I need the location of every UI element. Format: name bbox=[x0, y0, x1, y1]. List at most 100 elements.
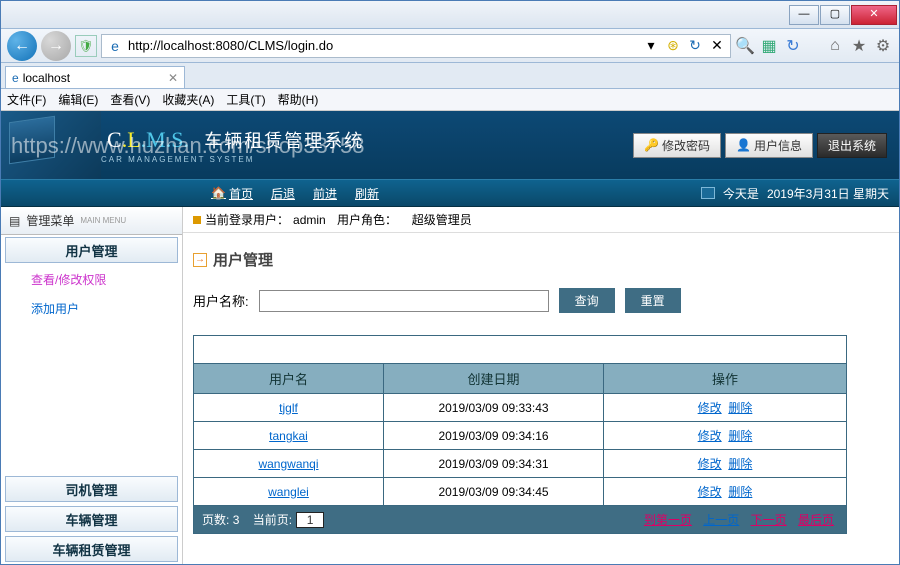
menu-help[interactable]: 帮助(H) bbox=[278, 91, 319, 108]
minimize-button[interactable]: — bbox=[789, 5, 819, 25]
close-button[interactable]: ✕ bbox=[851, 5, 897, 25]
cell-date: 2019/03/09 09:34:31 bbox=[384, 450, 604, 478]
col-username: 用户名 bbox=[194, 364, 384, 394]
menu-file[interactable]: 文件(F) bbox=[7, 91, 46, 108]
nav-home[interactable]: 🏠首页 bbox=[211, 185, 253, 202]
sidebar-cat-user[interactable]: 用户管理 bbox=[5, 237, 178, 263]
menu-favorites[interactable]: 收藏夹(A) bbox=[162, 91, 214, 108]
app-logo-text: C.L.M.S. bbox=[107, 127, 189, 152]
query-button[interactable]: 查询 bbox=[559, 288, 615, 313]
feeds-icon[interactable]: ▦ bbox=[759, 36, 779, 56]
sidebar-cat-car[interactable]: 车辆管理 bbox=[5, 506, 178, 532]
nav-refresh[interactable]: 刷新 bbox=[355, 185, 379, 202]
close-tab-icon[interactable]: ✕ bbox=[168, 71, 178, 85]
pager: 页数: 3 当前页:1 到第一页 上一页 下一页 最后页 bbox=[194, 506, 847, 534]
stop-icon[interactable]: ✕ bbox=[708, 37, 726, 55]
username-search-input[interactable] bbox=[259, 290, 549, 312]
user-info-button[interactable]: 👤用户信息 bbox=[725, 133, 813, 158]
nav-bar: 🏠首页 后退 前进 刷新 今天是 2019年3月31日 星期天 bbox=[1, 179, 899, 207]
delete-link[interactable]: 删除 bbox=[728, 457, 752, 471]
nav-back[interactable]: 后退 bbox=[271, 185, 295, 202]
main-content: 当前登录用户：admin 用户角色： 超级管理员 → 用户管理 用户名称: 查询… bbox=[183, 207, 899, 564]
edit-link[interactable]: 修改 bbox=[698, 457, 722, 471]
search-icon[interactable]: 🔍 bbox=[735, 36, 755, 56]
window-titlebar: — ▢ ✕ bbox=[1, 1, 899, 29]
table-row: wangwanqi 2019/03/09 09:34:31 修改 删除 bbox=[194, 450, 847, 478]
home-icon[interactable]: ⌂ bbox=[825, 37, 845, 55]
col-ops: 操作 bbox=[604, 364, 847, 394]
key-icon: 🔑 bbox=[644, 138, 659, 152]
user-icon: 👤 bbox=[736, 138, 751, 152]
status-line: 当前登录用户：admin 用户角色： 超级管理员 bbox=[183, 207, 899, 233]
edit-link[interactable]: 修改 bbox=[698, 485, 722, 499]
maximize-button[interactable]: ▢ bbox=[820, 5, 850, 25]
cell-date: 2019/03/09 09:33:43 bbox=[384, 394, 604, 422]
url-input[interactable] bbox=[128, 38, 638, 53]
menu-edit[interactable]: 编辑(E) bbox=[58, 91, 98, 108]
app-header: C.L.M.S. 车辆租赁管理系统 CAR MANAGEMENT SYSTEM … bbox=[1, 111, 899, 179]
menu-icon: ▤ bbox=[9, 214, 20, 228]
date-prefix: 今天是 bbox=[723, 185, 759, 202]
page-title: → 用户管理 bbox=[193, 249, 899, 270]
home-icon: 🏠 bbox=[211, 186, 226, 200]
user-link[interactable]: tangkai bbox=[269, 429, 308, 443]
logo-monitor-icon bbox=[1, 111, 101, 179]
menu-tools[interactable]: 工具(T) bbox=[226, 91, 265, 108]
refresh-icon[interactable]: ↻ bbox=[686, 37, 704, 55]
nav-back-icon[interactable]: ← bbox=[7, 31, 37, 61]
table-title: 用户信息 bbox=[194, 336, 847, 364]
menu-view[interactable]: 查看(V) bbox=[110, 91, 150, 108]
page-count: 3 bbox=[233, 513, 240, 527]
table-row: tjglf 2019/03/09 09:33:43 修改 删除 bbox=[194, 394, 847, 422]
monitor-icon bbox=[701, 187, 715, 199]
user-link[interactable]: wanglei bbox=[268, 485, 309, 499]
arrow-icon: → bbox=[193, 253, 207, 267]
nav-forward-icon[interactable]: → bbox=[41, 31, 71, 61]
search-label: 用户名称: bbox=[193, 291, 249, 310]
ie-menu-bar: 文件(F) 编辑(E) 查看(V) 收藏夹(A) 工具(T) 帮助(H) bbox=[1, 89, 899, 111]
ie-logo-icon: e bbox=[12, 71, 19, 85]
app-name-sub: CAR MANAGEMENT SYSTEM bbox=[101, 155, 364, 164]
pager-next[interactable]: 下一页 bbox=[751, 513, 787, 527]
security-badge-icon[interactable]: 🛡 bbox=[75, 35, 97, 57]
ie-logo-icon: e bbox=[106, 37, 124, 55]
current-page: 1 bbox=[296, 512, 324, 528]
delete-link[interactable]: 删除 bbox=[728, 485, 752, 499]
browser-tab[interactable]: e localhost ✕ bbox=[5, 66, 185, 88]
url-field[interactable]: e ▾ ⊛ ↻ ✕ bbox=[101, 34, 731, 58]
sidebar-item-view-perm[interactable]: 查看/修改权限 bbox=[1, 265, 182, 294]
current-date: 2019年3月31日 星期天 bbox=[767, 185, 889, 202]
reset-button[interactable]: 重置 bbox=[625, 288, 681, 313]
sidebar-cat-driver[interactable]: 司机管理 bbox=[5, 476, 178, 502]
delete-link[interactable]: 删除 bbox=[728, 401, 752, 415]
tab-title: localhost bbox=[23, 71, 70, 85]
user-link[interactable]: tjglf bbox=[279, 401, 298, 415]
change-password-button[interactable]: 🔑修改密码 bbox=[633, 133, 721, 158]
pager-last[interactable]: 最后页 bbox=[798, 513, 834, 527]
sidebar-item-add-user[interactable]: 添加用户 bbox=[1, 294, 182, 323]
edit-link[interactable]: 修改 bbox=[698, 429, 722, 443]
compat-icon[interactable]: ⊛ bbox=[664, 37, 682, 55]
table-row: tangkai 2019/03/09 09:34:16 修改 删除 bbox=[194, 422, 847, 450]
logout-button[interactable]: 退出系统 bbox=[817, 133, 887, 158]
edit-link[interactable]: 修改 bbox=[698, 401, 722, 415]
delete-link[interactable]: 删除 bbox=[728, 429, 752, 443]
sidebar-title: ▤ 管理菜单 MAIN MENU bbox=[1, 207, 182, 235]
col-created: 创建日期 bbox=[384, 364, 604, 394]
table-row: wanglei2019/03/09 09:34:45修改 删除 bbox=[194, 478, 847, 506]
sidebar-cat-rent[interactable]: 车辆租赁管理 bbox=[5, 536, 178, 562]
user-link[interactable]: wangwanqi bbox=[258, 457, 318, 471]
dropdown-icon[interactable]: ▾ bbox=[642, 37, 660, 55]
current-role: 超级管理员 bbox=[412, 211, 472, 228]
pager-first[interactable]: 到第一页 bbox=[644, 513, 692, 527]
sync-icon[interactable]: ↻ bbox=[783, 36, 803, 56]
current-user: admin bbox=[293, 213, 326, 227]
tab-bar: e localhost ✕ bbox=[1, 63, 899, 89]
pager-prev[interactable]: 上一页 bbox=[703, 513, 739, 527]
cell-date: 2019/03/09 09:34:16 bbox=[384, 422, 604, 450]
nav-forward[interactable]: 前进 bbox=[313, 185, 337, 202]
favorites-icon[interactable]: ★ bbox=[849, 36, 869, 56]
gear-icon[interactable]: ⚙ bbox=[873, 36, 893, 56]
app-name: 车辆租赁管理系统 bbox=[204, 131, 364, 151]
status-dot-icon bbox=[193, 216, 201, 224]
